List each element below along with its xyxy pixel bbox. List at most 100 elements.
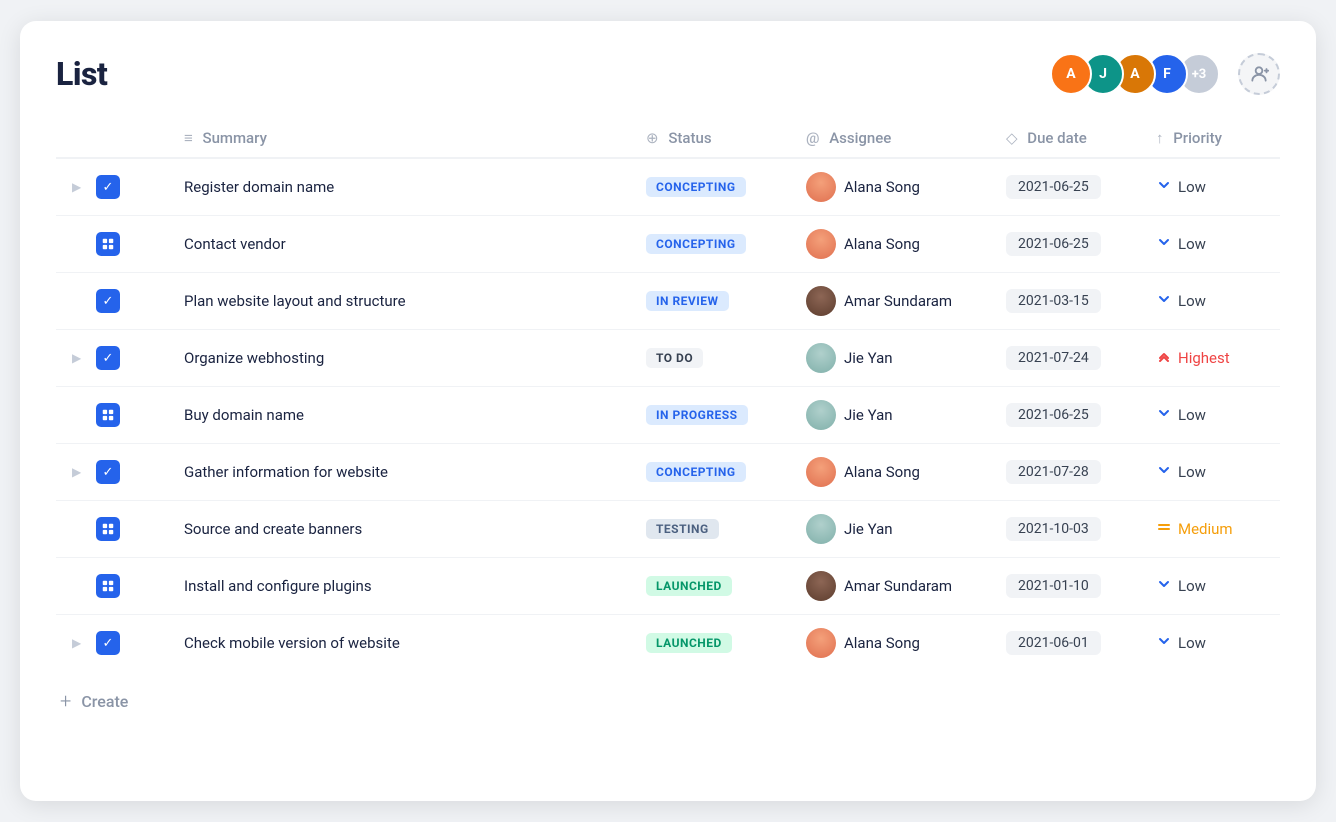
table-row[interactable]: ▶ ✓ Plan website layout and structureIN …: [56, 273, 1280, 330]
col-summary: ≡ Summary: [168, 119, 630, 158]
row-expand-chevron[interactable]: ▶: [72, 351, 88, 365]
subtask-icon[interactable]: [96, 403, 120, 427]
row-status[interactable]: CONCEPTING: [630, 216, 790, 273]
status-badge[interactable]: CONCEPTING: [646, 177, 746, 197]
row-controls: ▶ ✓: [56, 330, 168, 387]
row-status[interactable]: CONCEPTING: [630, 444, 790, 501]
row-summary: Organize webhosting: [168, 330, 630, 387]
row-priority[interactable]: Low: [1140, 273, 1280, 330]
status-badge[interactable]: CONCEPTING: [646, 234, 746, 254]
row-due-date[interactable]: 2021-07-28: [990, 444, 1140, 501]
status-badge[interactable]: IN REVIEW: [646, 291, 729, 311]
priority-icon: [1156, 348, 1172, 368]
due-date-value[interactable]: 2021-06-25: [1006, 232, 1101, 256]
row-checkbox[interactable]: ✓: [96, 175, 120, 199]
summary-text: Plan website layout and structure: [184, 292, 406, 310]
due-date-value[interactable]: 2021-06-25: [1006, 175, 1101, 199]
due-date-value[interactable]: 2021-03-15: [1006, 289, 1101, 313]
status-badge[interactable]: TO DO: [646, 348, 703, 368]
create-row[interactable]: + Create: [56, 689, 1280, 713]
priority-icon: [1156, 519, 1172, 539]
row-status[interactable]: TO DO: [630, 330, 790, 387]
due-date-value[interactable]: 2021-10-03: [1006, 517, 1101, 541]
due-date-value[interactable]: 2021-06-25: [1006, 403, 1101, 427]
row-due-date[interactable]: 2021-06-25: [990, 158, 1140, 216]
due-date-value[interactable]: 2021-07-24: [1006, 346, 1101, 370]
row-due-date[interactable]: 2021-06-25: [990, 387, 1140, 444]
due-date-value[interactable]: 2021-06-01: [1006, 631, 1101, 655]
add-user-button[interactable]: [1238, 53, 1280, 95]
main-card: List AJAF+3 ≡ Summary: [20, 21, 1316, 801]
status-badge[interactable]: CONCEPTING: [646, 462, 746, 482]
subtask-icon[interactable]: [96, 517, 120, 541]
assignee-avatar: [806, 457, 836, 487]
assignee-cell: Jie Yan: [806, 343, 974, 373]
priority-cell: Low: [1156, 576, 1264, 596]
status-badge[interactable]: IN PROGRESS: [646, 405, 748, 425]
row-status[interactable]: IN PROGRESS: [630, 387, 790, 444]
table-row[interactable]: ▶ ✓ Gather information for websiteCONCEP…: [56, 444, 1280, 501]
row-status[interactable]: LAUNCHED: [630, 558, 790, 615]
checkmark-icon: ✓: [103, 352, 114, 365]
due-date-value[interactable]: 2021-07-28: [1006, 460, 1101, 484]
row-checkbox[interactable]: ✓: [96, 460, 120, 484]
row-due-date[interactable]: 2021-06-25: [990, 216, 1140, 273]
status-badge[interactable]: LAUNCHED: [646, 633, 732, 653]
row-checkbox[interactable]: ✓: [96, 631, 120, 655]
row-priority[interactable]: Low: [1140, 615, 1280, 672]
assignee-avatar: [806, 400, 836, 430]
row-assignee: Alana Song: [790, 444, 990, 501]
table-row[interactable]: ▶ Contact vendorCONCEPTING Alana Song 20…: [56, 216, 1280, 273]
subtask-icon[interactable]: [96, 232, 120, 256]
summary-text: Register domain name: [184, 178, 334, 196]
row-priority[interactable]: Low: [1140, 558, 1280, 615]
checkmark-icon: ✓: [103, 466, 114, 479]
row-due-date[interactable]: 2021-01-10: [990, 558, 1140, 615]
row-checkbox[interactable]: ✓: [96, 346, 120, 370]
row-priority[interactable]: Low: [1140, 216, 1280, 273]
row-expand-chevron[interactable]: ▶: [72, 636, 88, 650]
table-row[interactable]: ▶ ✓ Organize webhosting TO DO Jie Yan 202…: [56, 330, 1280, 387]
row-due-date[interactable]: 2021-03-15: [990, 273, 1140, 330]
row-assignee: Amar Sundaram: [790, 558, 990, 615]
due-date-value[interactable]: 2021-01-10: [1006, 574, 1101, 598]
summary-text: Source and create banners: [184, 520, 362, 538]
row-status[interactable]: CONCEPTING: [630, 158, 790, 216]
priority-label: Low: [1178, 235, 1206, 253]
row-due-date[interactable]: 2021-07-24: [990, 330, 1140, 387]
assignee-avatar: [806, 172, 836, 202]
priority-label: Low: [1178, 178, 1206, 196]
priority-cell: Low: [1156, 633, 1264, 653]
table-row[interactable]: ▶ ✓ Register domain nameCONCEPTING Alana…: [56, 158, 1280, 216]
table-row[interactable]: ▶ Source and create bannersTESTING Jie Y…: [56, 501, 1280, 558]
subtask-icon[interactable]: [96, 574, 120, 598]
assignee-name: Amar Sundaram: [844, 292, 952, 310]
row-status[interactable]: IN REVIEW: [630, 273, 790, 330]
row-priority[interactable]: Low: [1140, 158, 1280, 216]
status-badge[interactable]: TESTING: [646, 519, 719, 539]
table-row[interactable]: ▶ Buy domain nameIN PROGRESS Jie Yan 202…: [56, 387, 1280, 444]
assignee-avatar: [806, 571, 836, 601]
checkmark-icon: ✓: [103, 295, 114, 308]
row-priority[interactable]: Medium: [1140, 501, 1280, 558]
assignee-name: Jie Yan: [844, 349, 893, 367]
status-badge[interactable]: LAUNCHED: [646, 576, 732, 596]
row-status[interactable]: LAUNCHED: [630, 615, 790, 672]
row-due-date[interactable]: 2021-06-01: [990, 615, 1140, 672]
header-avatar-a: A: [1050, 53, 1092, 95]
row-summary: Check mobile version of website: [168, 615, 630, 672]
row-checkbox[interactable]: ✓: [96, 289, 120, 313]
row-status[interactable]: TESTING: [630, 501, 790, 558]
table-row[interactable]: ▶ ✓ Check mobile version of website LAUNC…: [56, 615, 1280, 672]
checkmark-icon: ✓: [103, 181, 114, 194]
row-due-date[interactable]: 2021-10-03: [990, 501, 1140, 558]
row-expand-chevron[interactable]: ▶: [72, 180, 88, 194]
row-priority[interactable]: Low: [1140, 444, 1280, 501]
table-row[interactable]: ▶ Install and configure pluginsLAUNCHED …: [56, 558, 1280, 615]
row-priority[interactable]: Low: [1140, 387, 1280, 444]
assignee-avatar: [806, 229, 836, 259]
row-priority[interactable]: Highest: [1140, 330, 1280, 387]
priority-label: Low: [1178, 463, 1206, 481]
priority-label: Low: [1178, 577, 1206, 595]
row-expand-chevron[interactable]: ▶: [72, 465, 88, 479]
